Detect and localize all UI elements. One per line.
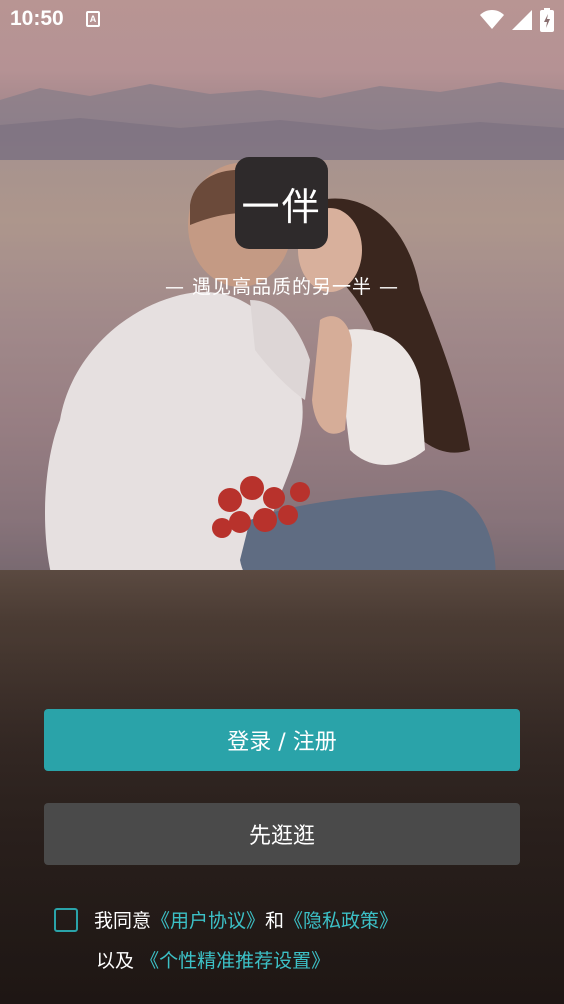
app-logo: 一伴 — [235, 157, 328, 249]
agreement-also: 以及 — [96, 950, 135, 972]
agreement-line-1: 我同意《用户协议》和《隐私政策》 — [94, 908, 398, 934]
notification-app-icon: A — [86, 11, 100, 27]
logo-text: 一伴 — [241, 184, 322, 229]
user-agreement-link[interactable]: 《用户协议》 — [151, 910, 265, 932]
agreement-line-2: 以及 《个性精准推荐设置》 — [96, 948, 330, 974]
battery-charging-icon — [540, 8, 554, 32]
agreement-prefix: 我同意 — [94, 910, 152, 932]
login-register-label: 登录 / 注册 — [227, 730, 337, 755]
agreement-checkbox[interactable] — [54, 908, 78, 932]
privacy-policy-link[interactable]: 《隐私政策》 — [284, 910, 398, 932]
browse-first-label: 先逛逛 — [248, 824, 315, 849]
tagline: — 遇见高品质的另一半 — — [164, 276, 400, 298]
wifi-icon — [480, 10, 504, 29]
login-register-button[interactable]: 登录 / 注册 — [44, 709, 520, 771]
background-mountains — [0, 82, 564, 160]
browse-first-button[interactable]: 先逛逛 — [44, 803, 520, 865]
signal-icon — [512, 10, 532, 30]
status-icons — [480, 8, 554, 32]
agreement-and: 和 — [265, 910, 285, 932]
status-time: 10:50 — [10, 7, 64, 30]
status-bar: 10:50 A — [0, 0, 564, 40]
personalized-recommendation-link[interactable]: 《个性精准推荐设置》 — [140, 950, 330, 972]
